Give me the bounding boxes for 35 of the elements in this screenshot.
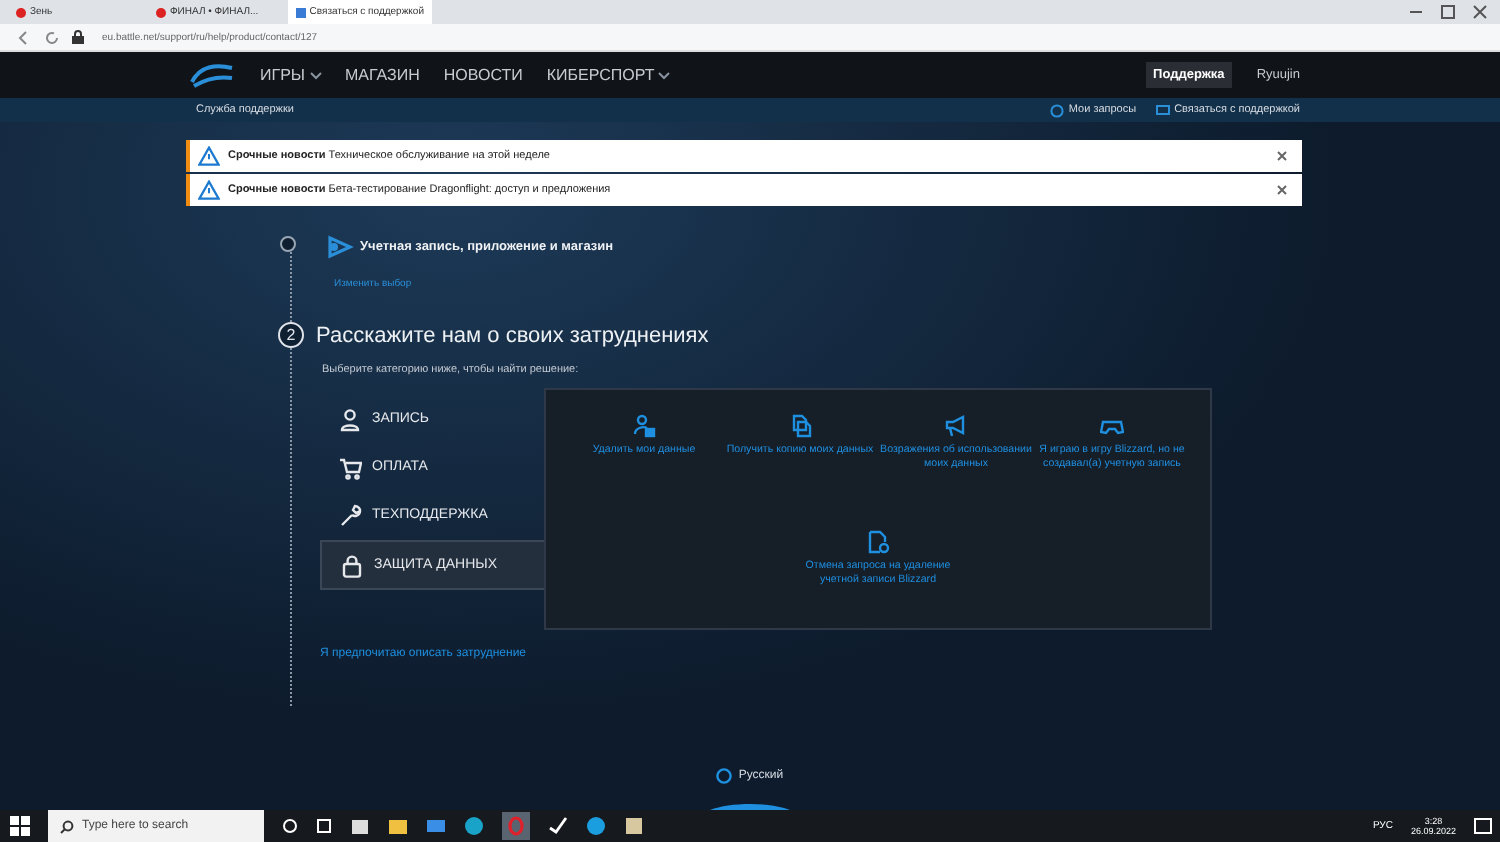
task-view-icon[interactable] [316, 818, 332, 834]
step-marker [280, 236, 296, 252]
warning-icon [198, 180, 220, 200]
user-icon [338, 407, 362, 431]
step-number: 2 [278, 322, 304, 348]
folder-icon[interactable] [388, 816, 408, 836]
tab-icon [296, 7, 306, 17]
wrench-icon [338, 503, 362, 527]
nav-link[interactable]: НОВОСТИ [443, 66, 523, 84]
caret-icon [309, 71, 321, 79]
lock-icon [72, 30, 84, 44]
close-icon[interactable] [1276, 184, 1288, 196]
reload-icon[interactable] [44, 29, 60, 45]
circle-icon [1050, 103, 1065, 117]
maximize-icon[interactable] [1440, 4, 1456, 20]
megaphone-icon [944, 414, 968, 438]
windows-icon[interactable] [10, 816, 30, 836]
close-icon[interactable] [1472, 4, 1488, 20]
tab-icon [16, 7, 26, 17]
back-icon[interactable] [16, 29, 32, 45]
caret-icon [658, 71, 671, 79]
tab-icon [156, 7, 166, 17]
cart-icon [338, 455, 362, 479]
document-icon [866, 530, 890, 554]
user-icon [632, 414, 656, 438]
close-icon[interactable] [1276, 150, 1288, 162]
step-heading: Расскажите нам о своих затруднениях [316, 323, 709, 347]
lock-icon [340, 553, 364, 577]
nav-link[interactable]: ИГРЫ [260, 66, 321, 84]
search-icon [60, 819, 74, 833]
documents-icon [788, 414, 812, 438]
nav-link[interactable]: МАГАЗИН [345, 66, 420, 84]
warning-icon [198, 146, 220, 166]
notification-icon[interactable] [1474, 817, 1492, 835]
nav-link[interactable]: КИБЕРСПОРТ [546, 66, 671, 84]
